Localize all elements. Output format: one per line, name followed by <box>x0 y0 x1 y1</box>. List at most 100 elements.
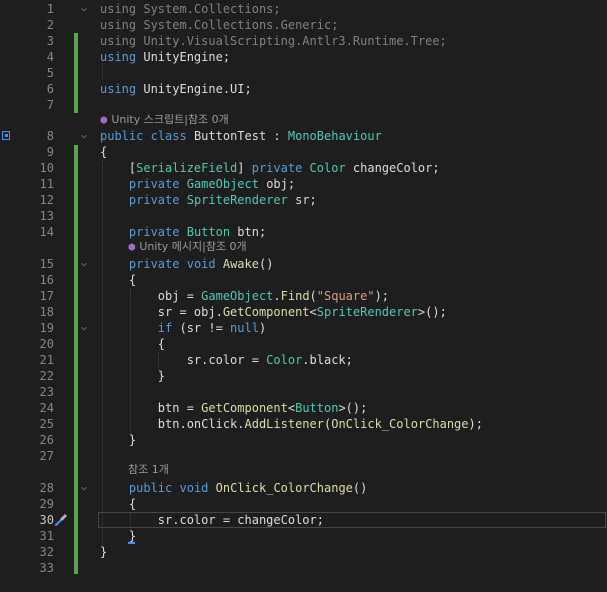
code-text: obj = GameObject.Find("Square"); <box>100 289 390 303</box>
line-number: 5 <box>46 66 54 80</box>
code-text: using System.Collections.Generic; <box>100 18 339 32</box>
code-text: using UnityEngine.UI; <box>100 82 252 96</box>
code-line[interactable]: 25 btn.onClick.AddListener(OnClick_Color… <box>0 416 607 432</box>
line-number: 21 <box>39 353 54 367</box>
code-text: private Button btn; <box>128 225 267 239</box>
code-line[interactable]: 16 { <box>0 272 607 288</box>
code-line[interactable]: 22 } <box>0 368 607 384</box>
line-number: 11 <box>39 177 54 191</box>
code-line[interactable]: 20 { <box>0 336 607 352</box>
code-line[interactable]: 18 sr = obj.GetComponent<SpriteRenderer>… <box>0 304 607 320</box>
unity-icon: ⬢ <box>100 116 108 126</box>
line-number: 4 <box>46 50 54 64</box>
line-number: 16 <box>39 273 54 287</box>
code-line[interactable]: 14 private Button btn; <box>0 224 607 240</box>
code-text: [SerializeField] private Color changeCol… <box>100 161 440 175</box>
code-text: sr = obj.GetComponent<SpriteRenderer>(); <box>100 305 447 319</box>
code-line[interactable]: 29 { <box>0 496 607 512</box>
fold-toggle-icon[interactable]: ⌵ <box>78 256 90 272</box>
class-bookmark-icon[interactable] <box>2 131 12 141</box>
code-line[interactable]: 15 ⌵ private void Awake() <box>0 256 607 272</box>
line-number: 13 <box>39 209 54 223</box>
code-text: } <box>100 545 108 559</box>
code-line[interactable]: 2 using System.Collections.Generic; <box>0 17 607 33</box>
codelens-text[interactable]: ⬢ Unity 스크립트|참조 0개 <box>100 112 229 128</box>
line-number: 17 <box>39 289 54 303</box>
line-number: 22 <box>39 369 54 383</box>
line-number: 26 <box>39 433 54 447</box>
code-line[interactable]: 17 obj = GameObject.Find("Square"); <box>0 288 607 304</box>
line-number: 30 <box>39 513 54 527</box>
codelens-text[interactable]: 참조 1개 <box>128 462 169 478</box>
line-number: 19 <box>39 321 54 335</box>
unity-icon: ⬢ <box>128 243 136 253</box>
code-text: { <box>100 273 137 287</box>
code-text: using UnityEngine; <box>100 50 231 64</box>
code-line[interactable]: 26 } <box>0 432 607 448</box>
line-number: 12 <box>39 193 54 207</box>
line-number: 9 <box>46 145 54 159</box>
fold-toggle-icon[interactable]: ⌵ <box>78 1 90 17</box>
code-line[interactable]: 10 [SerializeField] private Color change… <box>0 160 607 176</box>
code-text: btn = GetComponent<Button>(); <box>100 401 368 415</box>
code-text: using System.Collections; <box>100 2 281 16</box>
code-text: sr.color = changeColor; <box>100 513 324 527</box>
code-line[interactable]: 11 private GameObject obj; <box>0 176 607 192</box>
code-text: private SpriteRenderer sr; <box>128 193 317 207</box>
code-line[interactable]: 33 <box>0 560 607 576</box>
code-text: } <box>100 369 166 383</box>
line-number: 10 <box>39 161 54 175</box>
code-text: public class ButtonTest : MonoBehaviour <box>100 129 382 143</box>
code-line[interactable]: 31 } <box>0 528 607 544</box>
current-code-line[interactable]: 30 sr.color = changeColor; <box>0 512 607 528</box>
line-number: 25 <box>39 417 54 431</box>
code-text: sr.color = Color.black; <box>100 353 353 367</box>
code-line[interactable]: 19 ⌵ if (sr != null) <box>0 320 607 336</box>
code-text: { <box>100 337 166 351</box>
codelens-references[interactable]: ⬢ Unity 메시지|참조 0개 <box>0 239 607 255</box>
line-number: 8 <box>46 129 54 143</box>
line-number: 20 <box>39 337 54 351</box>
line-number: 3 <box>46 34 54 48</box>
code-line[interactable]: 12 private SpriteRenderer sr; <box>0 192 607 208</box>
line-number: 18 <box>39 305 54 319</box>
screwdriver-icon[interactable] <box>54 513 68 527</box>
line-number: 6 <box>46 82 54 96</box>
code-line[interactable]: 4 using UnityEngine; <box>0 49 607 65</box>
code-line[interactable]: 1 ⌵ using System.Collections; <box>0 1 607 17</box>
line-number: 28 <box>39 481 54 495</box>
code-text: } <box>100 433 137 447</box>
code-text: private GameObject obj; <box>128 177 296 191</box>
code-text: { <box>100 497 137 511</box>
line-number: 29 <box>39 497 54 511</box>
line-number: 7 <box>46 98 54 112</box>
line-number: 14 <box>39 225 54 239</box>
code-text: public void OnClick_ColorChange() <box>128 481 368 495</box>
code-line[interactable]: 28 ⌵ public void OnClick_ColorChange() <box>0 480 607 496</box>
codelens-text[interactable]: ⬢ Unity 메시지|참조 0개 <box>128 239 247 255</box>
codelens-references[interactable]: 참조 1개 <box>0 462 607 478</box>
code-editor[interactable]: 1 ⌵ using System.Collections; 2 using Sy… <box>0 0 607 592</box>
code-line[interactable]: 3 using Unity.VisualScripting.Antlr3.Run… <box>0 33 607 49</box>
line-number: 23 <box>39 385 54 399</box>
code-line[interactable]: 8 ⌵ public class ButtonTest : MonoBehavi… <box>0 128 607 144</box>
code-line[interactable]: 23 <box>0 384 607 400</box>
line-number: 32 <box>39 545 54 559</box>
code-text: if (sr != null) <box>157 321 267 335</box>
codelens-references[interactable]: ⬢ Unity 스크립트|참조 0개 <box>0 112 607 128</box>
code-line[interactable]: 24 btn = GetComponent<Button>(); <box>0 400 607 416</box>
code-line[interactable]: 6 using UnityEngine.UI; <box>0 81 607 97</box>
fold-toggle-icon[interactable]: ⌵ <box>78 480 90 496</box>
code-line[interactable]: 32 } <box>0 544 607 560</box>
code-line[interactable]: 5 <box>0 65 607 81</box>
fold-toggle-icon[interactable]: ⌵ <box>78 128 90 144</box>
fold-toggle-icon[interactable]: ⌵ <box>78 320 90 336</box>
line-number: 24 <box>39 401 54 415</box>
code-line[interactable]: 13 <box>0 208 607 224</box>
line-number: 2 <box>46 18 54 32</box>
code-line[interactable]: 9 { <box>0 144 607 160</box>
code-line[interactable]: 21 sr.color = Color.black; <box>0 352 607 368</box>
code-text: btn.onClick.AddListener(OnClick_ColorCha… <box>100 417 483 431</box>
code-line[interactable]: 7 <box>0 97 607 113</box>
code-text: using Unity.VisualScripting.Antlr3.Runti… <box>100 34 447 48</box>
